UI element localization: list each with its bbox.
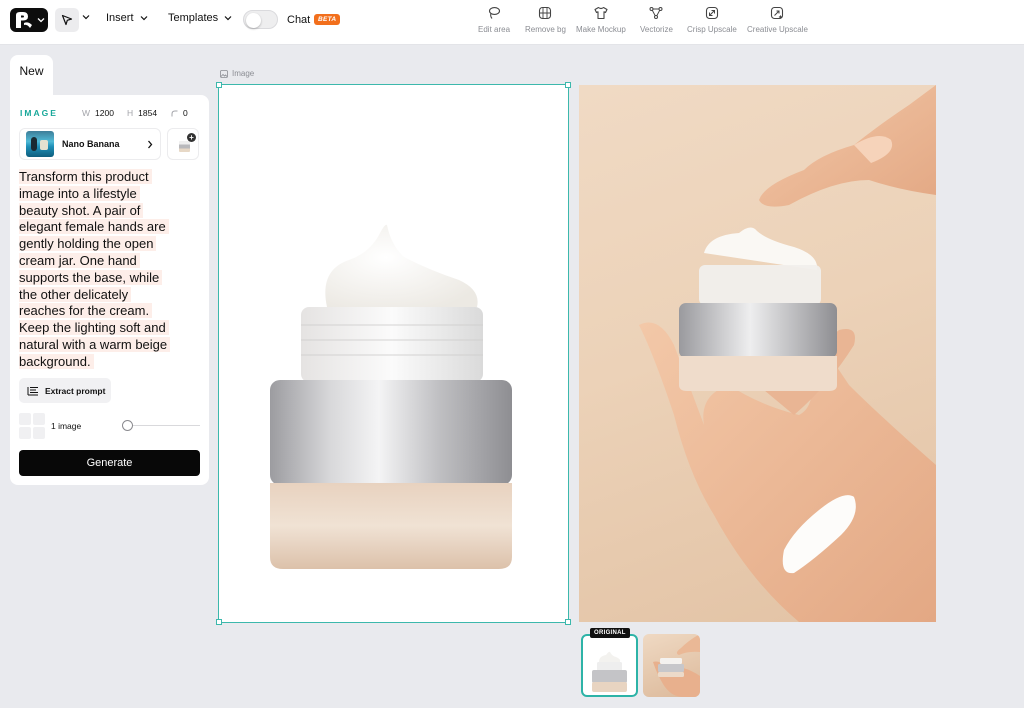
prompt-line: beauty shot. A pair of [19, 202, 144, 218]
image-generation-panel: IMAGE W 1200 H 1854 0 Nano Banana + Tran… [10, 95, 209, 485]
tshirt-icon [594, 6, 608, 20]
prompt-line: Keep the lighting soft and [19, 320, 169, 336]
width-field[interactable]: W 1200 [82, 106, 114, 120]
tool-label: Vectorize [640, 25, 673, 34]
chat-toggle[interactable] [243, 10, 278, 29]
prompt-line: supports the base, while [19, 269, 163, 285]
extract-prompt-button[interactable]: Extract prompt [19, 378, 111, 403]
image-count-label: 1 image [51, 421, 82, 431]
prompt-line: reaches for the cream. [19, 303, 153, 319]
crisp-upscale-button[interactable]: Crisp Upscale [687, 6, 737, 38]
cream-jar-image [270, 224, 512, 569]
hands-with-jar-illustration [639, 85, 936, 622]
hands-jar-thumbnail [653, 634, 700, 697]
height-value: 1854 [138, 108, 158, 118]
remove-bg-button[interactable]: Remove bg [525, 6, 566, 38]
corner-radius-icon [171, 110, 178, 116]
width-key: W [82, 108, 91, 118]
corner-radius-value: 0 [183, 108, 188, 118]
chevron-right-icon [148, 140, 153, 148]
generate-button[interactable]: Generate [19, 450, 200, 476]
prompt-line: cream jar. One hand [19, 252, 140, 268]
chevron-down-icon[interactable] [82, 14, 90, 20]
height-key: H [127, 108, 134, 118]
resize-handle-bottom-left[interactable] [216, 619, 222, 625]
templates-menu-label: Templates [168, 12, 219, 24]
prompt-line: gently holding the open [19, 236, 157, 252]
prompt-line: the other delicately [19, 286, 132, 302]
upscale-arrows-icon [705, 6, 718, 20]
chevron-down-icon [224, 16, 232, 21]
make-mockup-button[interactable]: Make Mockup [576, 6, 626, 38]
extract-prompt-label: Extract prompt [45, 385, 106, 396]
prompt-textarea[interactable]: Transform this product image into a lifes… [19, 169, 201, 371]
lasso-icon [488, 7, 501, 19]
cream-jar-thumbnail [592, 651, 627, 692]
tool-label: Crisp Upscale [687, 25, 737, 34]
insert-menu-button[interactable]: Insert [106, 12, 148, 24]
artboard-label: Image [220, 69, 254, 78]
prompt-line: elegant female hands are [19, 219, 169, 235]
prompt-line: Transform this product [19, 169, 152, 184]
artboard-label-text: Image [232, 69, 255, 78]
height-field[interactable]: H 1854 [127, 106, 157, 120]
tool-label: Remove bg [525, 25, 566, 34]
select-tool-button[interactable] [55, 8, 79, 32]
model-name: Nano Banana [62, 139, 120, 149]
toggle-knob [246, 12, 261, 28]
reference-thumbnail [179, 141, 190, 152]
image-count-slider-track[interactable] [126, 425, 200, 426]
generated-lifestyle-image[interactable] [579, 85, 936, 622]
plus-icon: + [187, 133, 196, 142]
corner-radius-field[interactable]: 0 [171, 106, 188, 120]
resize-handle-top-left[interactable] [216, 82, 222, 88]
creative-upscale-icon [771, 6, 784, 20]
image-icon [220, 69, 228, 78]
insert-menu-label: Insert [106, 12, 134, 24]
original-badge: ORIGINAL [590, 628, 630, 638]
templates-menu-button[interactable]: Templates [168, 12, 232, 24]
new-tab[interactable]: New [10, 55, 53, 97]
tool-label: Edit area [478, 25, 511, 34]
new-tab-label: New [19, 64, 44, 78]
beta-badge: BETA [314, 14, 341, 25]
image-count-slider-handle[interactable] [122, 420, 133, 431]
prompt-line: image into a lifestyle [19, 185, 140, 201]
prompt-line: background. [19, 353, 94, 369]
chat-label: Chat [287, 14, 311, 26]
edit-area-button[interactable]: Edit area [478, 6, 510, 38]
cursor-arrow-icon [61, 14, 73, 26]
chevron-down-icon [37, 18, 45, 23]
add-reference-image-button[interactable]: + [167, 128, 199, 160]
logo-icon [16, 12, 32, 28]
top-toolbar: Insert Templates Chat BETA Edit area Rem… [0, 0, 1024, 45]
resize-handle-bottom-right[interactable] [565, 619, 571, 625]
text-lines-icon [27, 386, 38, 395]
prompt-line: natural with a warm beige [19, 336, 171, 352]
creative-upscale-button[interactable]: Creative Upscale [747, 6, 808, 38]
resize-handle-top-right[interactable] [565, 82, 571, 88]
model-thumbnail [26, 131, 54, 157]
remove-bg-icon [539, 6, 552, 20]
original-thumbnail[interactable] [581, 634, 638, 697]
chevron-down-icon [140, 16, 147, 21]
selected-artboard[interactable] [216, 82, 571, 625]
width-value: 1200 [95, 108, 114, 118]
tool-label: Creative Upscale [747, 25, 808, 34]
vector-nodes-icon [649, 7, 663, 19]
generate-label: Generate [86, 457, 133, 469]
image-count-grid-icon [19, 413, 45, 439]
model-select[interactable]: Nano Banana [19, 128, 161, 160]
section-label: IMAGE [20, 108, 58, 118]
generated-thumbnail[interactable] [643, 634, 700, 697]
app-menu-button[interactable] [10, 8, 48, 32]
vectorize-button[interactable]: Vectorize [640, 6, 673, 38]
tool-label: Make Mockup [576, 25, 626, 34]
